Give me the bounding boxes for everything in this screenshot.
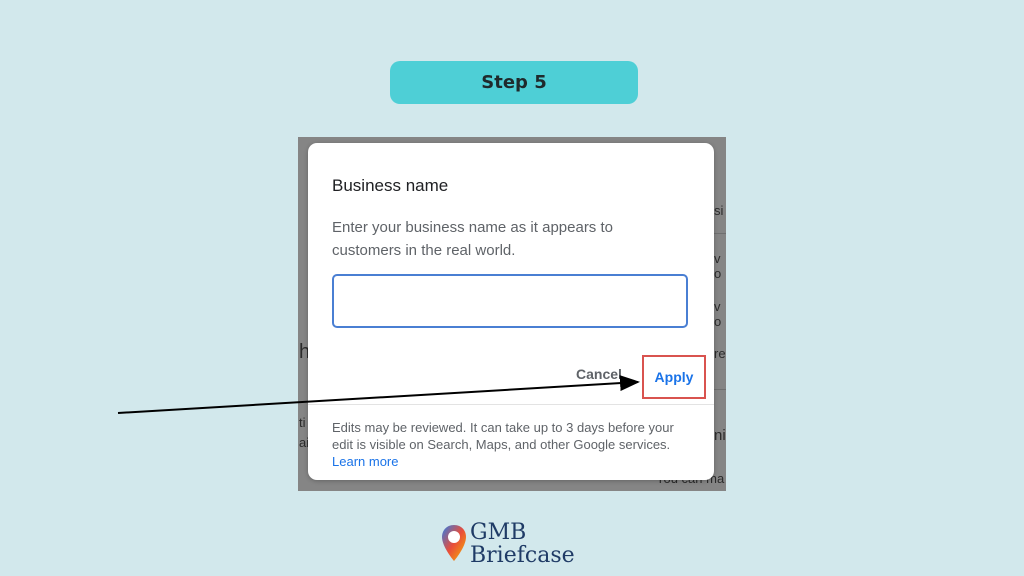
learn-more-link[interactable]: Learn more bbox=[332, 454, 398, 469]
background-text-fragment: ti bbox=[299, 415, 306, 430]
dialog-title: Business name bbox=[332, 176, 449, 195]
dialog-footer-note: Edits may be reviewed. It can take up to… bbox=[332, 419, 692, 470]
background-divider bbox=[714, 389, 726, 390]
gmb-briefcase-logo: GMB Briefcase bbox=[440, 521, 575, 569]
background-text-fragment: v o bbox=[714, 299, 722, 329]
background-divider bbox=[714, 233, 726, 234]
screenshot-frame: si v o v o re h ni ti ai You can ma Busi… bbox=[298, 137, 726, 491]
business-name-input[interactable] bbox=[332, 274, 688, 328]
cancel-button[interactable]: Cancel bbox=[576, 366, 622, 382]
background-text-fragment: v o bbox=[714, 251, 722, 281]
logo-wordmark: GMB Briefcase bbox=[470, 521, 575, 567]
logo-line-1: GMB bbox=[470, 520, 527, 545]
background-text-fragment: si bbox=[714, 203, 724, 218]
background-text-fragment: re bbox=[714, 346, 726, 361]
background-text-fragment: ni bbox=[714, 427, 726, 444]
step-label: Step 5 bbox=[390, 61, 638, 104]
dialog-description: Enter your business name as it appears t… bbox=[332, 219, 613, 259]
map-pin-icon bbox=[442, 525, 466, 561]
dialog-divider bbox=[308, 404, 714, 405]
footer-text: Edits may be reviewed. It can take up to… bbox=[332, 420, 674, 452]
apply-button[interactable]: Apply bbox=[642, 355, 706, 399]
logo-line-2: Briefcase bbox=[470, 543, 575, 568]
business-name-dialog: Business name Enter your business name a… bbox=[308, 143, 714, 480]
